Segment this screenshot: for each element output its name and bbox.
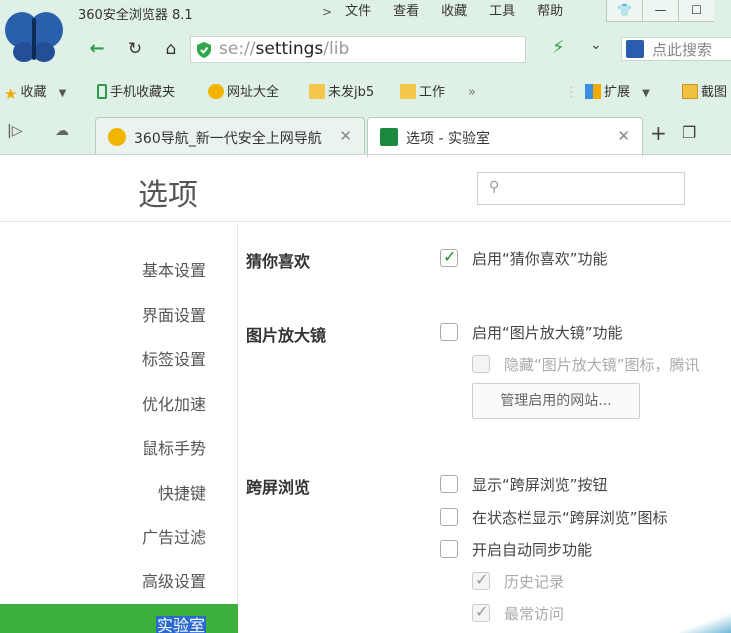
browser-chrome: 360安全浏览器 8.1 > 文件 查看 收藏 工具 帮助 👕 — ☐ ← ↻ … <box>0 0 731 157</box>
checkbox[interactable] <box>440 323 458 341</box>
checkbox-disabled[interactable] <box>472 355 490 373</box>
menu-help[interactable]: 帮助 <box>526 3 574 21</box>
divider <box>0 154 731 155</box>
bookmarks-bar: ★ 收藏 ▼ 手机收藏夹 网址大全 未发jb5 工作 » ⋮ 扩展 ▼ 截图 <box>0 80 731 106</box>
title-bar: 360安全浏览器 8.1 > 文件 查看 收藏 工具 帮助 👕 — ☐ <box>0 0 731 62</box>
address-bar[interactable]: se://settings/lib <box>190 36 526 63</box>
phone-icon <box>97 84 107 99</box>
minimize-button[interactable]: — <box>642 0 678 22</box>
app-title: 360安全浏览器 8.1 <box>78 8 193 23</box>
checkbox-disabled-checked[interactable] <box>472 602 490 622</box>
window-controls: 👕 — ☐ <box>606 0 714 22</box>
site-icon <box>108 128 126 146</box>
checkbox[interactable] <box>440 540 458 558</box>
tab-options-lab[interactable]: 选项 - 实验室 ✕ <box>367 117 643 157</box>
manage-sites-button[interactable]: 管理启用的网站... <box>472 383 640 419</box>
section-title-guess: 猜你喜欢 <box>246 252 311 271</box>
menu-favorites[interactable]: 收藏 <box>430 3 478 21</box>
sidebar-item-label: 实验室 <box>155 616 206 633</box>
separator-icon: ⋮ <box>565 85 578 100</box>
butterfly-logo-icon <box>5 12 63 62</box>
tab-label: 选项 - 实验室 <box>406 131 490 147</box>
speed-mode-icon[interactable]: ⚡ <box>552 37 565 58</box>
search-placeholder: 点此搜索 <box>652 41 713 59</box>
checkbox[interactable] <box>440 508 458 526</box>
folder-icon <box>400 84 416 99</box>
section-title-crossscreen: 跨屏浏览 <box>246 478 311 497</box>
checkbox[interactable] <box>440 475 458 493</box>
page-title: 选项 <box>138 178 198 213</box>
sidebar-item-advanced[interactable]: 高级设置 <box>0 560 238 604</box>
sidebar-item-basic[interactable]: 基本设置 <box>0 249 238 293</box>
new-tab-button[interactable]: + <box>650 121 667 145</box>
tab-label: 360导航_新一代安全上网导航 <box>134 131 322 147</box>
bookmark-folder-work[interactable]: 工作 <box>400 83 445 103</box>
sidebar-item-ad-filter[interactable]: 广告过滤 <box>0 516 238 560</box>
sidebar-item-tabs[interactable]: 标签设置 <box>0 338 238 382</box>
close-icon[interactable]: ✕ <box>617 127 630 145</box>
folder-icon <box>309 84 325 99</box>
settings-header: 选项 ⚲ <box>0 156 731 222</box>
sidebar-item-shortcuts[interactable]: 快捷键 <box>0 472 238 516</box>
baidu-paw-icon[interactable] <box>626 40 644 58</box>
url-text: se://settings/lib <box>219 39 350 59</box>
chevron-down-icon[interactable]: ⌄ <box>590 37 602 53</box>
skin-button[interactable]: 👕 <box>606 0 642 22</box>
tab-360-navigation[interactable]: 360导航_新一代安全上网导航 ✕ <box>95 117 365 155</box>
search-icon: ⚲ <box>489 179 500 195</box>
sidebar-toggle-icon[interactable]: |▷ <box>7 123 22 139</box>
maximize-button[interactable]: ☐ <box>678 0 714 22</box>
settings-search-input[interactable]: ⚲ <box>477 172 685 205</box>
settings-page-icon <box>380 128 398 146</box>
search-box[interactable]: 点此搜索 <box>621 37 731 61</box>
menu-tools[interactable]: 工具 <box>478 3 526 21</box>
home-icon[interactable]: ⌂ <box>156 33 186 65</box>
close-icon[interactable]: ✕ <box>339 127 352 145</box>
screenshot-icon <box>682 84 698 99</box>
shield-icon <box>197 42 211 58</box>
sidebar-item-lab[interactable]: 实验室 <box>0 604 238 633</box>
sidebar-item-mouse-gestures[interactable]: 鼠标手势 <box>0 427 238 471</box>
sidebar-item-acceleration[interactable]: 优化加速 <box>0 383 238 427</box>
settings-sidebar: 基本设置 界面设置 标签设置 优化加速 鼠标手势 快捷键 广告过滤 高级设置 实… <box>0 223 238 633</box>
address-row: ← ↻ ⌂ se://settings/lib ⚡ ⌄ 点此搜索 <box>68 33 731 67</box>
checkbox-checked[interactable] <box>440 247 458 267</box>
chevron-down-icon: ▼ <box>642 88 650 99</box>
screenshot-button[interactable]: 截图 <box>682 83 727 103</box>
star-icon: ★ <box>4 85 18 103</box>
tab-list-icon[interactable]: ❐ <box>682 123 696 142</box>
menu-expand-arrow[interactable]: > <box>322 3 334 21</box>
checkbox-disabled-checked[interactable] <box>472 570 490 590</box>
bookmark-mobile-favorites[interactable]: 手机收藏夹 <box>97 83 175 103</box>
settings-content: 猜你喜欢 启用“猜你喜欢”功能 图片放大镜 启用“图片放大镜”功能 隐藏“图片放… <box>238 223 731 633</box>
bookmark-folder-jb5[interactable]: 未发jb5 <box>309 83 374 103</box>
back-icon[interactable]: ← <box>82 33 112 65</box>
reload-icon[interactable]: ↻ <box>120 33 150 65</box>
extensions-button[interactable]: 扩展 ▼ <box>585 83 650 103</box>
menu-bar: > 文件 查看 收藏 工具 帮助 <box>322 3 574 21</box>
site-icon <box>208 84 224 99</box>
extensions-icon <box>585 84 601 99</box>
sidebar-item-interface[interactable]: 界面设置 <box>0 294 238 338</box>
bookmark-favorites[interactable]: ★ 收藏 ▼ <box>4 83 66 103</box>
chevron-down-icon: ▼ <box>58 88 67 99</box>
section-title-magnifier: 图片放大镜 <box>246 326 327 345</box>
tab-bar: |▷ ☁ 360导航_新一代安全上网导航 ✕ 选项 - 实验室 ✕ + ❐ <box>0 113 731 157</box>
bookmark-site-directory[interactable]: 网址大全 <box>208 83 279 103</box>
cloud-icon[interactable]: ☁ <box>55 123 69 139</box>
bookmarks-more-icon[interactable]: » <box>468 83 476 103</box>
menu-file[interactable]: 文件 <box>334 3 382 21</box>
corner-decoration <box>680 610 731 633</box>
menu-view[interactable]: 查看 <box>382 3 430 21</box>
